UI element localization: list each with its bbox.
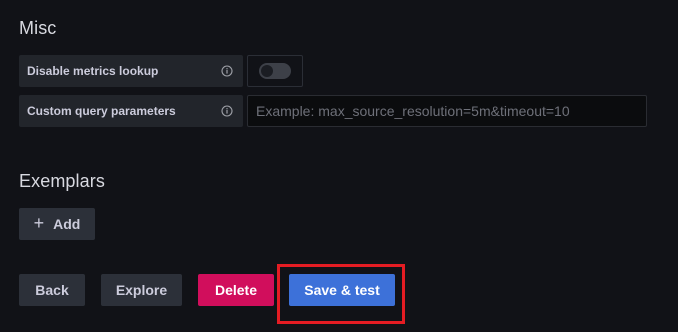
disable-metrics-lookup-toggle[interactable] — [247, 55, 303, 87]
add-exemplar-label: Add — [53, 216, 81, 232]
custom-query-parameters-label-text: Custom query parameters — [27, 104, 176, 118]
datasource-settings-page: Misc Disable metrics lookup Custom query… — [0, 0, 678, 332]
back-button[interactable]: Back — [19, 274, 85, 306]
custom-query-parameters-label: Custom query parameters — [19, 95, 243, 127]
explore-button[interactable]: Explore — [101, 274, 182, 306]
plus-icon: + — [33, 213, 45, 233]
add-exemplar-button[interactable]: + Add — [19, 208, 95, 240]
info-icon[interactable] — [221, 65, 233, 77]
toggle-knob — [261, 65, 273, 77]
exemplars-section-title: Exemplars — [19, 171, 105, 191]
save-and-test-button[interactable]: Save & test — [289, 274, 395, 306]
info-icon[interactable] — [221, 105, 233, 117]
disable-metrics-lookup-label: Disable metrics lookup — [19, 55, 243, 87]
disable-metrics-lookup-label-text: Disable metrics lookup — [27, 64, 159, 78]
misc-section-title: Misc — [19, 18, 57, 38]
delete-button[interactable]: Delete — [198, 274, 274, 306]
toggle-track — [259, 63, 291, 79]
custom-query-parameters-input[interactable] — [247, 95, 647, 127]
